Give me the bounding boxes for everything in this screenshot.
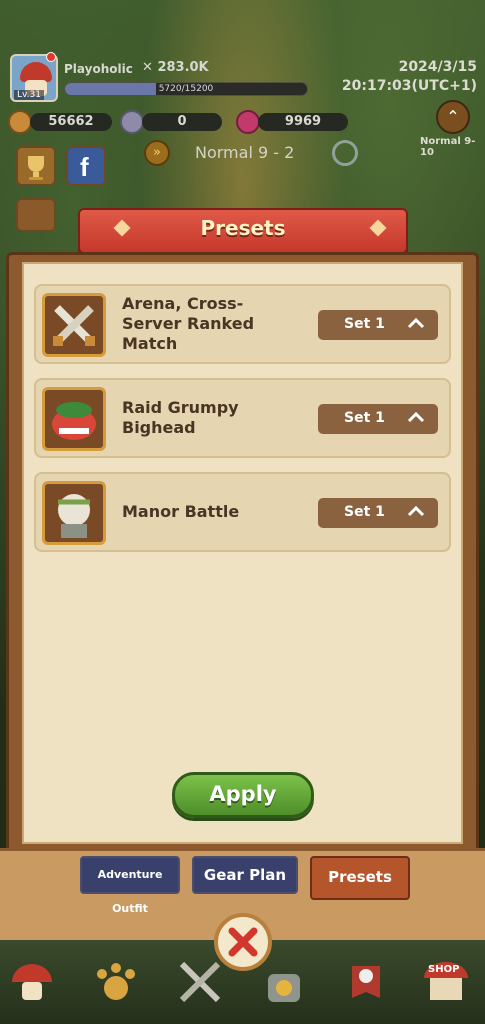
mushroom-icon bbox=[12, 964, 52, 1000]
player-level: Lv.31 bbox=[14, 90, 44, 100]
preset-row: Manor Battle Set 1 bbox=[34, 472, 451, 552]
trophy-icon bbox=[28, 156, 44, 180]
fast-forward-icon[interactable]: » bbox=[144, 140, 170, 166]
chevron-up-icon bbox=[407, 505, 425, 517]
set-select-button[interactable]: Set 1 bbox=[318, 498, 438, 528]
gold-coin-icon[interactable] bbox=[8, 110, 32, 134]
gold-amount: 56662 bbox=[30, 113, 112, 131]
nav-guild[interactable] bbox=[340, 956, 392, 1008]
preset-row-label: Raid Grumpy Bighead bbox=[122, 398, 239, 437]
nav-paw-pet[interactable] bbox=[90, 956, 142, 1008]
notification-dot bbox=[46, 52, 56, 62]
sword-icon: ✕ bbox=[142, 60, 153, 75]
set-select-button[interactable]: Set 1 bbox=[318, 404, 438, 434]
trophy-button[interactable] bbox=[16, 146, 56, 186]
chevron-up-icon bbox=[407, 317, 425, 329]
set-label: Set 1 bbox=[344, 316, 385, 332]
datetime: 2024/3/15 20:17:03(UTC+1) bbox=[342, 58, 477, 96]
set-label: Set 1 bbox=[344, 504, 385, 520]
panel-title: Presets bbox=[200, 216, 286, 240]
top-hud: Lv.31 Playoholic ✕ 283.0K 5720/15200 202… bbox=[0, 0, 485, 232]
facebook-icon: f bbox=[80, 152, 89, 182]
preset-row: Arena, Cross-Server Ranked Match Set 1 bbox=[34, 284, 451, 364]
gem-amount: 9969 bbox=[258, 113, 348, 131]
presets-ribbon: Presets bbox=[78, 208, 408, 258]
tab-presets[interactable]: Presets bbox=[310, 856, 410, 900]
crystal-amount: 0 bbox=[142, 113, 222, 131]
refresh-icon[interactable] bbox=[332, 140, 358, 166]
close-button[interactable] bbox=[214, 913, 272, 971]
close-icon bbox=[228, 927, 258, 957]
preset-row-label: Manor Battle bbox=[122, 502, 240, 521]
time-text: 20:17:03(UTC+1) bbox=[341, 78, 477, 94]
tab-adventure-outfit[interactable]: Adventure Outfit bbox=[80, 856, 180, 915]
grumpy-bighead-icon bbox=[42, 387, 106, 451]
side-stage-label: Normal 9-10 bbox=[420, 136, 476, 158]
nav-mushroom-hero[interactable] bbox=[6, 956, 58, 1008]
gem-icon[interactable] bbox=[236, 110, 260, 134]
date-text: 2024/3/15 bbox=[398, 59, 477, 75]
manor-knight-icon bbox=[42, 481, 106, 545]
tab-gear-plan[interactable]: Gear Plan bbox=[192, 856, 298, 894]
shop-label: SHOP bbox=[428, 964, 460, 975]
combat-power-value: 283.0K bbox=[157, 60, 209, 75]
chevron-up-icon bbox=[407, 411, 425, 423]
apply-button[interactable]: Apply bbox=[172, 772, 314, 818]
stage-up-icon[interactable]: ⌃ bbox=[436, 100, 470, 134]
chest-button[interactable] bbox=[16, 198, 56, 232]
skull-banner-icon bbox=[352, 966, 380, 998]
set-label: Set 1 bbox=[344, 410, 385, 426]
stage-label: Normal 9 - 2 bbox=[195, 143, 295, 162]
player-name: Playoholic bbox=[64, 62, 133, 76]
paw-icon bbox=[97, 963, 135, 1000]
facebook-button[interactable]: f bbox=[66, 146, 106, 186]
combat-power: ✕ 283.0K bbox=[142, 60, 209, 75]
preset-row: Raid Grumpy Bighead Set 1 bbox=[34, 378, 451, 458]
xp-text: 5720/15200 bbox=[158, 84, 214, 94]
set-select-button[interactable]: Set 1 bbox=[318, 310, 438, 340]
nav-shop[interactable]: SHOP bbox=[420, 956, 472, 1008]
preset-row-label: Arena, Cross-Server Ranked Match bbox=[122, 294, 255, 353]
crystal-icon[interactable] bbox=[120, 110, 144, 134]
crossed-swords-icon bbox=[42, 293, 106, 357]
